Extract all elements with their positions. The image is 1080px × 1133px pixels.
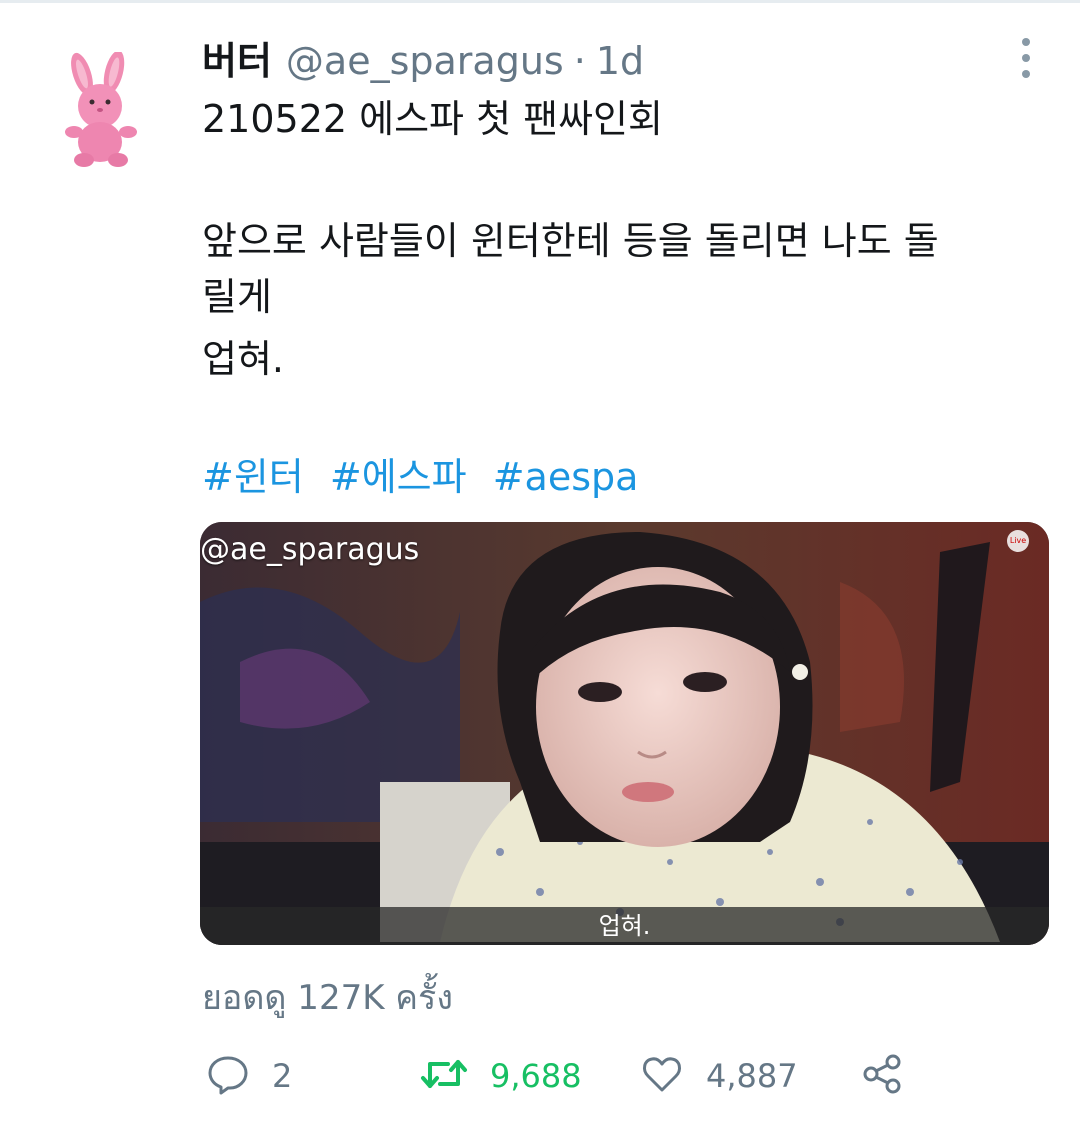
like-icon — [640, 1052, 684, 1100]
avatar[interactable] — [56, 50, 148, 170]
like-button[interactable]: 4,887 — [640, 1048, 798, 1104]
separator-dot: · — [573, 39, 586, 83]
hashtag-aespa-korean[interactable]: #에스파 — [330, 455, 467, 499]
retweet-button[interactable]: 9,688 — [420, 1048, 582, 1104]
tweet-timestamp[interactable]: 1d — [596, 34, 644, 88]
video-watermark: @ae_sparagus — [200, 532, 420, 567]
user-handle[interactable]: @ae_sparagus — [286, 34, 564, 88]
tweet-video[interactable]: Live 업혀. — [200, 522, 1049, 945]
hashtag-aespa[interactable]: #aespa — [493, 455, 639, 499]
tweet-text-line-3: 릴게 — [202, 275, 272, 319]
like-count: 4,887 — [706, 1057, 798, 1095]
display-name[interactable]: 버터 — [202, 34, 272, 88]
video-subtitle: 업혀. — [598, 912, 651, 940]
retweet-count: 9,688 — [490, 1057, 582, 1095]
reply-count: 2 — [272, 1057, 293, 1095]
tweet-header: 버터 @ae_sparagus · 1d — [202, 34, 644, 88]
tweet-text-line-4: 업혀. — [202, 337, 284, 381]
view-count: ยอดดู 127K ครั้ง — [202, 978, 453, 1018]
tweet-text-line-2: 앞으로 사람들이 윈터한테 등을 돌리면 나도 돌 — [202, 219, 939, 263]
live-badge: Live — [1007, 530, 1029, 552]
tweet-text-line-1: 210522 에스파 첫 팬싸인회 — [202, 97, 663, 141]
reply-icon — [206, 1052, 250, 1100]
share-button[interactable] — [860, 1048, 904, 1104]
hashtag-winter[interactable]: #윈터 — [202, 455, 304, 499]
more-vertical-icon[interactable] — [1008, 38, 1044, 78]
top-divider — [0, 0, 1080, 3]
share-icon — [860, 1052, 904, 1100]
retweet-icon — [420, 1052, 468, 1100]
tweet-actions: 2 9,688 4,887 — [0, 1048, 1080, 1104]
reply-button[interactable]: 2 — [206, 1048, 292, 1104]
hashtag-list: #윈터 #에스파 #aespa — [202, 452, 652, 502]
